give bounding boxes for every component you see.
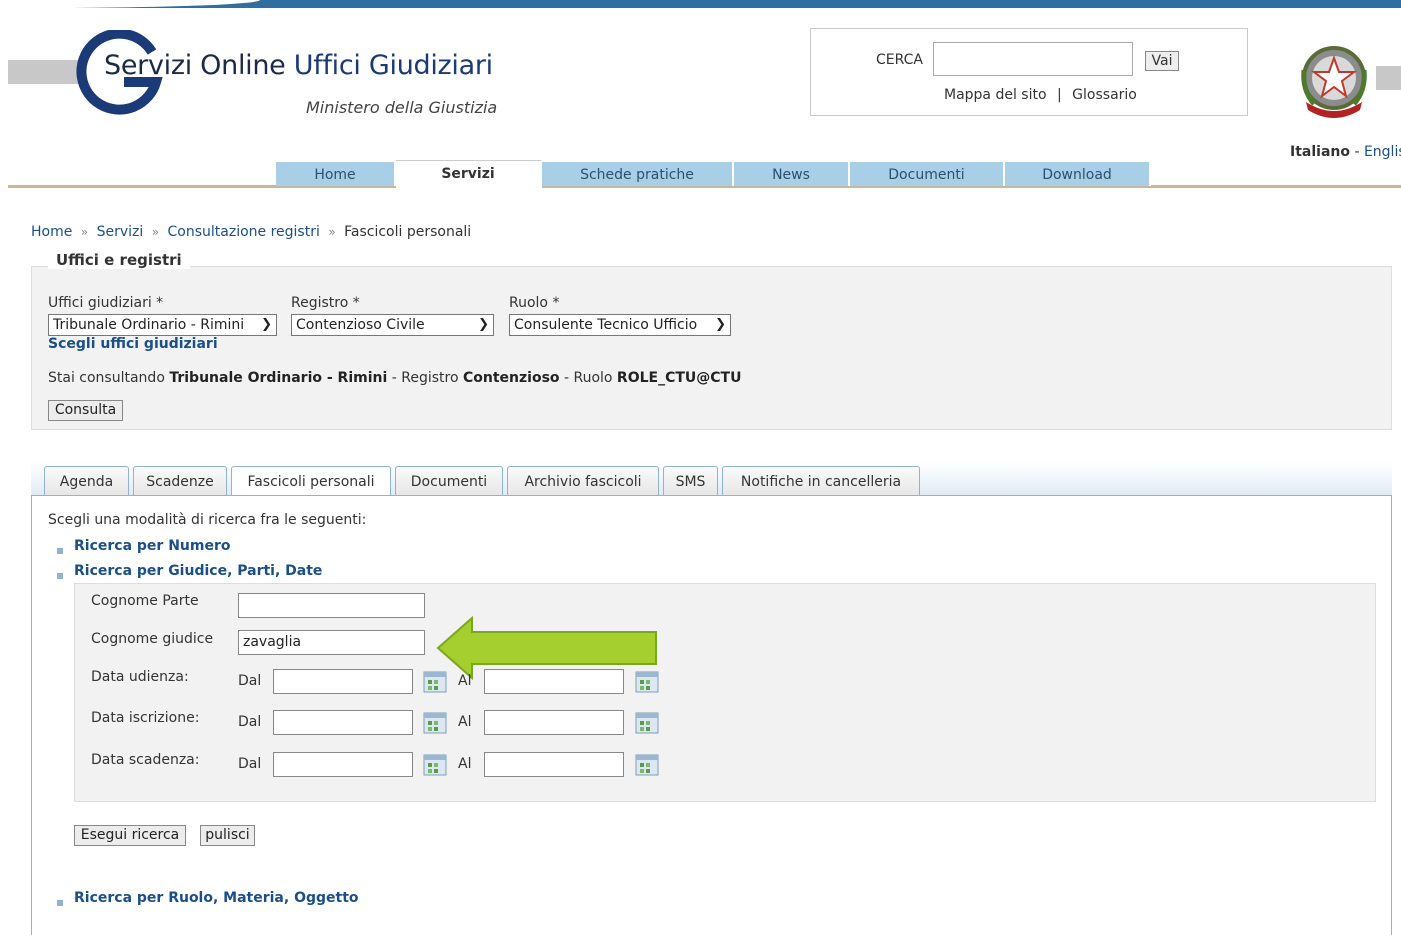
registration-to-label: Al <box>458 714 472 730</box>
site-subtitle: Ministero della Giustizia <box>306 98 498 117</box>
hearing-from-label: Dal <box>238 673 262 689</box>
breadcrumb-current: Fascicoli personali <box>344 224 472 240</box>
breadcrumb-separator: » <box>80 225 89 239</box>
calendar-icon[interactable] <box>423 671 447 693</box>
deadline-to-label: Al <box>458 756 472 772</box>
party-surname-input[interactable] <box>238 593 425 618</box>
search-links: Mappa del sito | Glossario <box>944 87 1137 103</box>
consult-register: Contenzioso <box>462 370 560 386</box>
tab-documenti[interactable]: Documenti <box>395 466 503 496</box>
deadline-from-label: Dal <box>238 756 262 772</box>
language-switcher: Italiano - Englis <box>1290 144 1401 160</box>
tab-notifiche-cancelleria[interactable]: Notifiche in cancelleria <box>722 466 920 496</box>
nav-news[interactable]: News <box>734 162 850 186</box>
search-by-judge-link[interactable]: Ricerca per Giudice, Parti, Date <box>74 563 322 579</box>
calendar-icon[interactable] <box>635 754 659 776</box>
party-surname-label: Cognome Parte <box>91 593 199 609</box>
calendar-icon[interactable] <box>423 754 447 776</box>
breadcrumb-consultazione[interactable]: Consultazione registri <box>168 224 320 240</box>
registration-from-input[interactable] <box>273 710 413 735</box>
lang-separator: - <box>1354 144 1360 160</box>
breadcrumb: Home » Servizi » Consultazione registri … <box>31 224 471 240</box>
search-by-role-link[interactable]: Ricerca per Ruolo, Materia, Oggetto <box>74 890 359 906</box>
role-label: Ruolo * <box>509 295 560 311</box>
offices-legend: Uffici e registri <box>48 251 190 269</box>
registration-date-label: Data iscrizione: <box>91 710 200 726</box>
search-label: CERCA <box>876 52 924 68</box>
role-select-value: Consulente Tecnico Ufficio <box>514 317 698 333</box>
chevron-down-icon: ❯ <box>261 317 272 332</box>
search-by-number-link[interactable]: Ricerca per Numero <box>74 538 230 554</box>
site-title[interactable]: Servizi Online Uffici Giudiziari <box>104 50 493 81</box>
hearing-date-label: Data udienza: <box>91 669 189 685</box>
bullet-icon <box>57 573 63 579</box>
nav-download[interactable]: Download <box>1005 162 1151 186</box>
consulta-button[interactable]: Consulta <box>48 400 123 421</box>
bullet-icon <box>57 900 63 906</box>
calendar-icon[interactable] <box>635 671 659 693</box>
services-tabs: Agenda Scadenze Fascicoli personali Docu… <box>44 466 924 497</box>
breadcrumb-servizi[interactable]: Servizi <box>97 224 144 240</box>
link-separator: | <box>1057 87 1062 103</box>
tab-agenda[interactable]: Agenda <box>44 466 129 496</box>
registration-to-input[interactable] <box>484 710 624 735</box>
register-select-value: Contenzioso Civile <box>296 317 425 333</box>
consult-office: Tribunale Ordinario - Rimini <box>169 370 388 386</box>
main-navigation: Home Servizi Schede pratiche News Docume… <box>276 160 1151 188</box>
header-gray-band-right <box>1376 66 1401 90</box>
choose-offices-link[interactable]: Scegli uffici giudiziari <box>48 336 218 352</box>
chevron-down-icon: ❯ <box>478 317 489 332</box>
nav-schede-pratiche[interactable]: Schede pratiche <box>542 162 734 186</box>
calendar-icon[interactable] <box>423 712 447 734</box>
office-label: Uffici giudiziari * <box>48 295 164 311</box>
consult-register-prefix: - Registro <box>391 370 459 386</box>
tab-scadenze[interactable]: Scadenze <box>133 466 227 496</box>
lang-italian[interactable]: Italiano <box>1290 144 1350 160</box>
office-select-value: Tribunale Ordinario - Rimini <box>53 317 245 333</box>
judge-surname-label: Cognome giudice <box>91 631 214 647</box>
offices-fieldset <box>31 266 1392 430</box>
consult-status: Stai consultando Tribunale Ordinario - R… <box>48 370 741 386</box>
clear-button[interactable]: pulisci <box>200 825 255 846</box>
glossary-link[interactable]: Glossario <box>1072 87 1137 103</box>
tab-fascicoli-personali[interactable]: Fascicoli personali <box>231 466 391 497</box>
sitemap-link[interactable]: Mappa del sito <box>944 87 1047 103</box>
consult-role: ROLE_CTU@CTU <box>616 370 742 386</box>
hearing-to-input[interactable] <box>484 669 624 694</box>
nav-servizi[interactable]: Servizi <box>396 160 542 188</box>
hearing-to-label: Al <box>458 673 472 689</box>
consult-role-prefix: - Ruolo <box>563 370 613 386</box>
breadcrumb-separator: » <box>151 225 160 239</box>
office-select[interactable]: Tribunale Ordinario - Rimini ❯ <box>48 314 277 336</box>
tab-sms[interactable]: SMS <box>663 466 718 496</box>
judge-surname-input[interactable]: zavaglia <box>238 630 425 655</box>
deadline-date-label: Data scadenza: <box>91 752 200 768</box>
tab-archivio-fascicoli[interactable]: Archivio fascicoli <box>507 466 659 496</box>
search-go-button[interactable]: Vai <box>1145 51 1179 71</box>
deadline-from-input[interactable] <box>273 752 413 777</box>
breadcrumb-home[interactable]: Home <box>31 224 72 240</box>
calendar-icon[interactable] <box>635 712 659 734</box>
bullet-icon <box>57 548 63 554</box>
site-search-input[interactable] <box>933 42 1133 76</box>
registration-from-label: Dal <box>238 714 262 730</box>
register-label: Registro * <box>291 295 360 311</box>
site-title-part1: Servizi Online <box>104 50 286 81</box>
site-search-box: CERCA Vai Mappa del sito | Glossario <box>810 28 1248 116</box>
header-gray-band-left <box>8 60 78 84</box>
search-intro: Scegli una modalità di ricerca fra le se… <box>48 512 367 528</box>
register-select[interactable]: Contenzioso Civile ❯ <box>291 314 494 336</box>
role-select[interactable]: Consulente Tecnico Ufficio ❯ <box>509 314 731 336</box>
lang-english[interactable]: Englis <box>1364 144 1401 160</box>
run-search-button[interactable]: Esegui ricerca <box>74 825 186 846</box>
breadcrumb-separator: » <box>328 225 336 239</box>
deadline-to-input[interactable] <box>484 752 624 777</box>
chevron-down-icon: ❯ <box>715 317 726 332</box>
site-title-part2: Uffici Giudiziari <box>293 50 493 81</box>
nav-documenti[interactable]: Documenti <box>850 162 1005 186</box>
italian-republic-emblem-icon <box>1301 46 1367 118</box>
hearing-from-input[interactable] <box>273 669 413 694</box>
nav-home[interactable]: Home <box>276 162 396 186</box>
consult-prefix: Stai consultando <box>48 370 165 386</box>
